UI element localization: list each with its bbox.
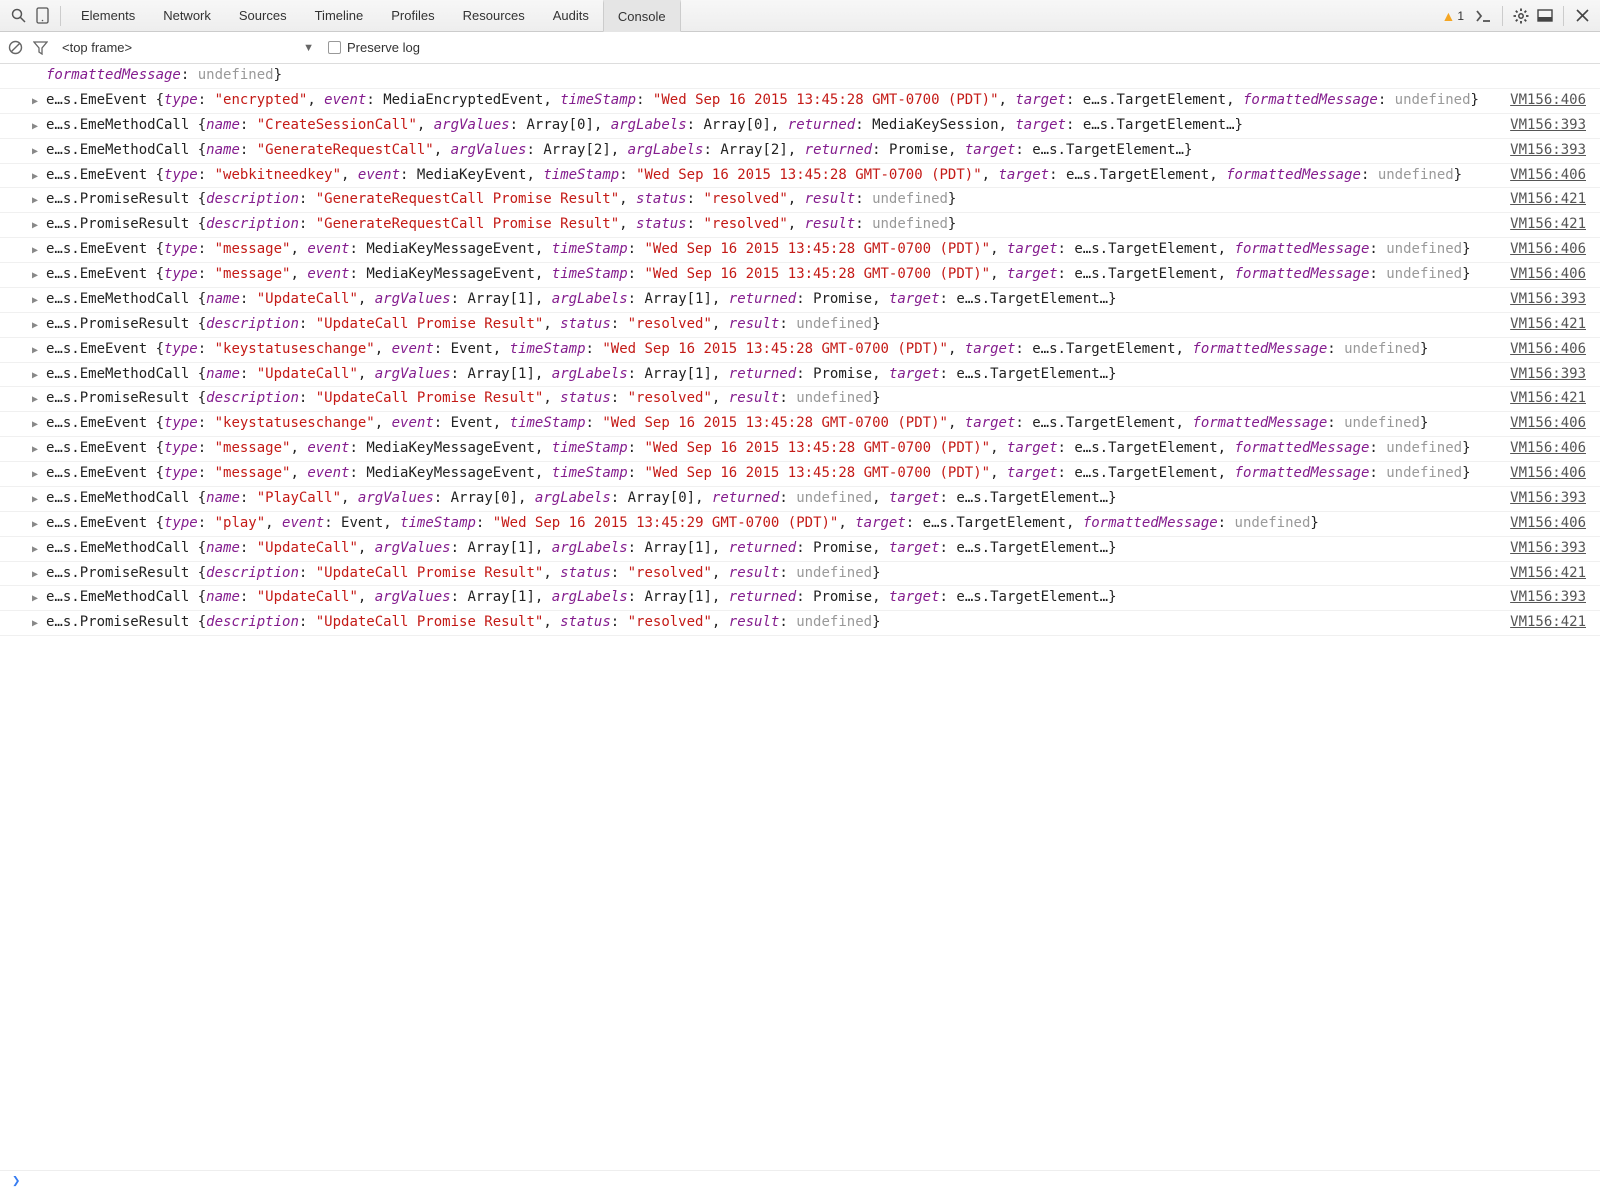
checkbox-box	[328, 41, 341, 54]
log-entry[interactable]: VM156:421 e…s.PromiseResult {description…	[0, 213, 1600, 238]
log-entry[interactable]: VM156:421 e…s.PromiseResult {description…	[0, 562, 1600, 587]
log-entry[interactable]: formattedMessage: undefined}	[0, 64, 1600, 89]
tab-network[interactable]: Network	[149, 0, 225, 32]
source-link[interactable]: VM156:393	[1510, 365, 1586, 385]
source-link[interactable]: VM156:406	[1510, 91, 1586, 111]
log-entry[interactable]: VM156:393 e…s.EmeMethodCall {name: "Upda…	[0, 363, 1600, 388]
log-entry[interactable]: VM156:393 e…s.EmeMethodCall {name: "Upda…	[0, 288, 1600, 313]
close-icon[interactable]	[1570, 4, 1594, 28]
source-link[interactable]: VM156:406	[1510, 240, 1586, 260]
frame-selector-label: <top frame>	[62, 40, 132, 55]
source-link[interactable]: VM156:393	[1510, 588, 1586, 608]
log-entry[interactable]: VM156:393 e…s.EmeMethodCall {name: "Upda…	[0, 537, 1600, 562]
log-entry[interactable]: VM156:406 e…s.EmeEvent {type: "message",…	[0, 437, 1600, 462]
log-entry[interactable]: VM156:406 e…s.EmeEvent {type: "message",…	[0, 238, 1600, 263]
tab-console[interactable]: Console	[603, 0, 681, 32]
log-entry[interactable]: VM156:406 e…s.EmeEvent {type: "message",…	[0, 462, 1600, 487]
log-entry[interactable]: VM156:393 e…s.EmeMethodCall {name: "Upda…	[0, 586, 1600, 611]
source-link[interactable]: VM156:406	[1510, 439, 1586, 459]
tab-audits[interactable]: Audits	[539, 0, 603, 32]
log-entry[interactable]: VM156:421 e…s.PromiseResult {description…	[0, 188, 1600, 213]
warning-badge[interactable]: ▲ 1	[1441, 8, 1464, 24]
log-entry[interactable]: VM156:421 e…s.PromiseResult {description…	[0, 611, 1600, 636]
source-link[interactable]: VM156:421	[1510, 215, 1586, 235]
source-link[interactable]: VM156:393	[1510, 290, 1586, 310]
tab-profiles[interactable]: Profiles	[377, 0, 448, 32]
log-entry[interactable]: VM156:393 e…s.EmeMethodCall {name: "Crea…	[0, 114, 1600, 139]
show-console-icon[interactable]	[1472, 4, 1496, 28]
source-link[interactable]: VM156:406	[1510, 265, 1586, 285]
log-entry[interactable]: VM156:421 e…s.PromiseResult {description…	[0, 313, 1600, 338]
source-link[interactable]: VM156:421	[1510, 315, 1586, 335]
log-entry[interactable]: VM156:421 e…s.PromiseResult {description…	[0, 387, 1600, 412]
chevron-down-icon: ▼	[303, 42, 314, 54]
source-link[interactable]: VM156:421	[1510, 389, 1586, 409]
source-link[interactable]: VM156:406	[1510, 414, 1586, 434]
source-link[interactable]: VM156:393	[1510, 489, 1586, 509]
source-link[interactable]: VM156:393	[1510, 116, 1586, 136]
source-link[interactable]: VM156:393	[1510, 539, 1586, 559]
log-entry[interactable]: VM156:406 e…s.EmeEvent {type: "encrypted…	[0, 89, 1600, 114]
preserve-log-label: Preserve log	[347, 40, 420, 55]
log-entry[interactable]: VM156:406 e…s.EmeEvent {type: "message",…	[0, 263, 1600, 288]
source-link[interactable]: VM156:406	[1510, 166, 1586, 186]
warning-icon: ▲	[1441, 8, 1455, 24]
gear-icon[interactable]	[1509, 4, 1533, 28]
warning-count: 1	[1457, 9, 1464, 23]
clear-console-icon[interactable]	[8, 40, 23, 55]
main-toolbar: Elements Network Sources Timeline Profil…	[0, 0, 1600, 32]
log-entry[interactable]: VM156:393 e…s.EmeMethodCall {name: "Play…	[0, 487, 1600, 512]
tab-bar: Elements Network Sources Timeline Profil…	[67, 0, 681, 32]
log-entry[interactable]: VM156:406 e…s.EmeEvent {type: "keystatus…	[0, 338, 1600, 363]
tab-sources[interactable]: Sources	[225, 0, 301, 32]
source-link[interactable]: VM156:421	[1510, 190, 1586, 210]
tab-elements[interactable]: Elements	[67, 0, 149, 32]
toolbar-divider	[1563, 6, 1564, 26]
search-icon[interactable]	[6, 4, 30, 28]
source-link[interactable]: VM156:393	[1510, 141, 1586, 161]
log-entry[interactable]: VM156:393 e…s.EmeMethodCall {name: "Gene…	[0, 139, 1600, 164]
source-link[interactable]: VM156:406	[1510, 464, 1586, 484]
toolbar-divider	[1502, 6, 1503, 26]
tab-resources[interactable]: Resources	[449, 0, 539, 32]
preserve-log-checkbox[interactable]: Preserve log	[328, 40, 420, 55]
console-log: formattedMessage: undefined} VM156:406 e…	[0, 64, 1600, 1194]
console-prompt[interactable]: ❯	[0, 1170, 1600, 1194]
device-icon[interactable]	[30, 4, 54, 28]
log-entry[interactable]: VM156:406 e…s.EmeEvent {type: "webkitnee…	[0, 164, 1600, 189]
source-link[interactable]: VM156:406	[1510, 340, 1586, 360]
source-link[interactable]: VM156:421	[1510, 613, 1586, 633]
source-link[interactable]: VM156:406	[1510, 514, 1586, 534]
frame-selector[interactable]: <top frame> ▼	[58, 40, 318, 55]
toolbar-divider	[60, 6, 61, 26]
tab-timeline[interactable]: Timeline	[301, 0, 378, 32]
console-subbar: <top frame> ▼ Preserve log	[0, 32, 1600, 64]
log-entry[interactable]: VM156:406 e…s.EmeEvent {type: "play", ev…	[0, 512, 1600, 537]
source-link[interactable]: VM156:421	[1510, 564, 1586, 584]
log-entry[interactable]: VM156:406 e…s.EmeEvent {type: "keystatus…	[0, 412, 1600, 437]
dock-icon[interactable]	[1533, 4, 1557, 28]
filter-icon[interactable]	[33, 41, 48, 55]
